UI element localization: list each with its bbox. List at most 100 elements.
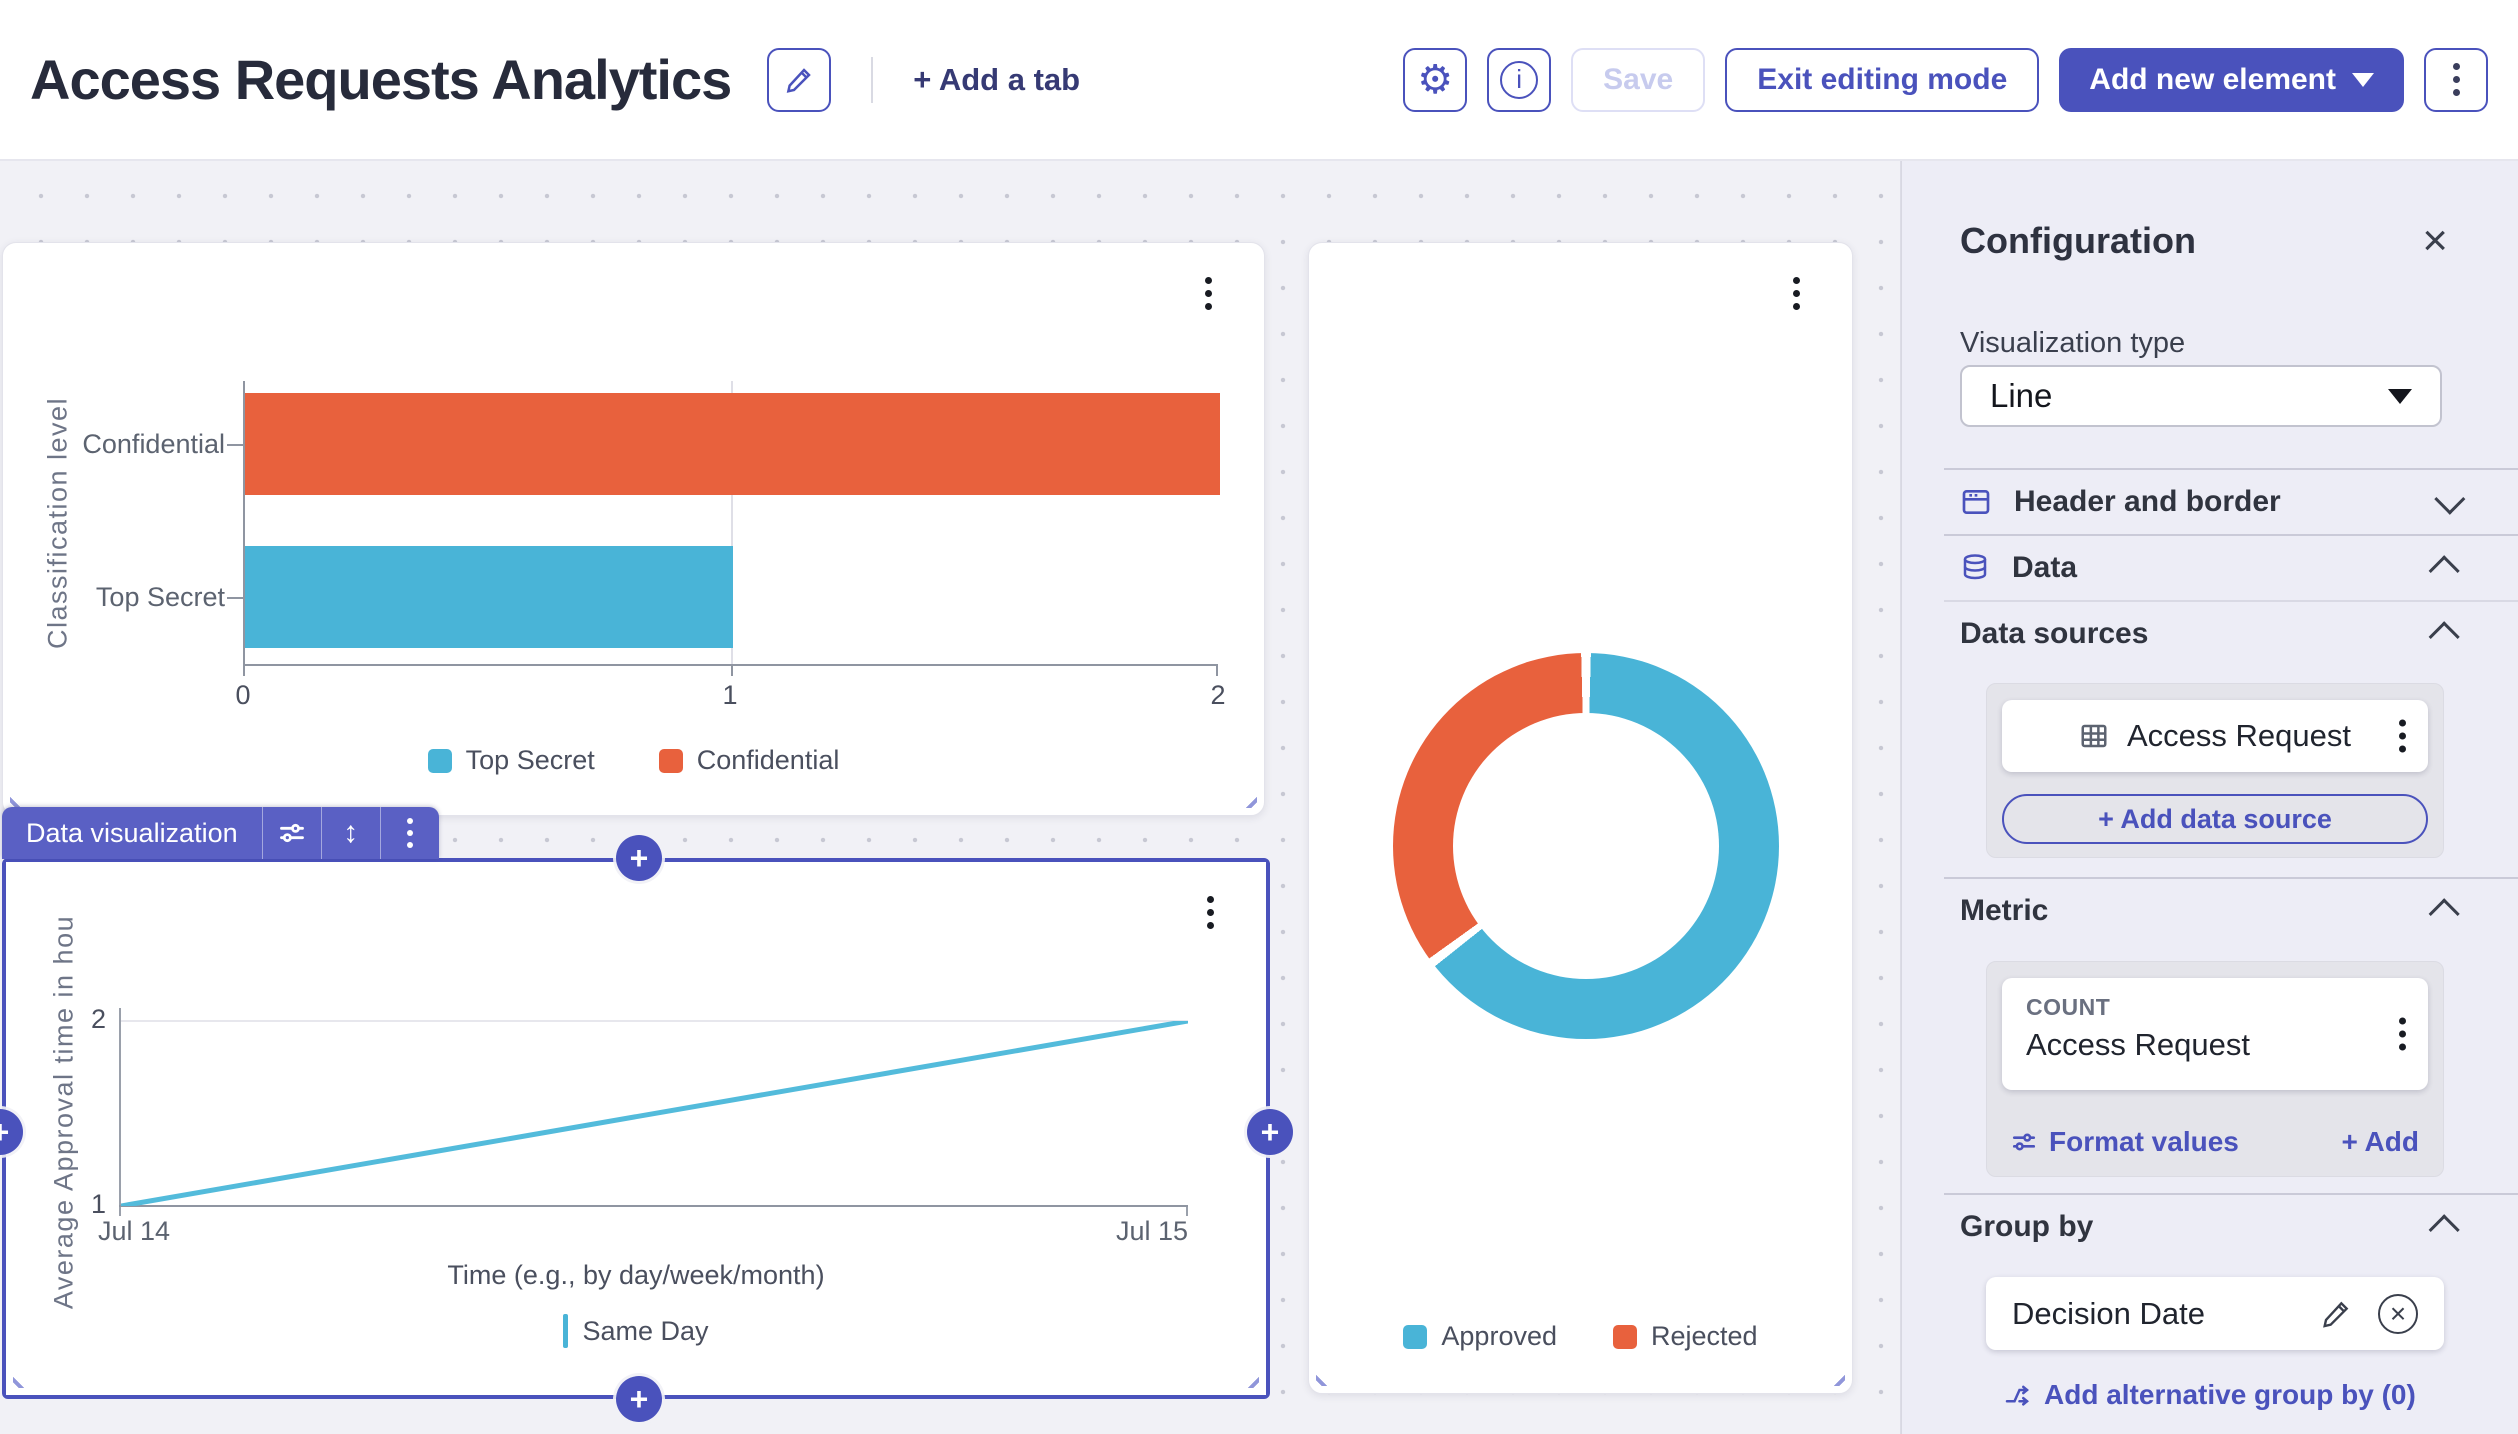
- data-source-card[interactable]: Access Request: [2002, 700, 2428, 772]
- metric-footer: Format values + Add: [2011, 1126, 2419, 1158]
- data-source-menu-button[interactable]: [2399, 720, 2406, 753]
- dashboard-canvas: Classification level Confidential Top Se…: [0, 161, 1901, 1434]
- gear-icon: ⚙: [1417, 60, 1453, 100]
- metric-menu-button[interactable]: [2399, 1018, 2406, 1051]
- section-data[interactable]: Data: [1960, 535, 2458, 601]
- metric-field: Access Request: [2026, 1027, 2404, 1063]
- resize-handle-bottom-right[interactable]: [1233, 784, 1257, 808]
- header-actions: ⚙ i Save Exit editing mode Add new eleme…: [1403, 48, 2488, 112]
- bar-panel-menu-button[interactable]: [1205, 277, 1212, 310]
- dashboard-editor: Access Requests Analytics + Add a tab ⚙ …: [0, 0, 2518, 1434]
- move-vertical-icon: ↕: [343, 816, 358, 850]
- bar-chart-panel[interactable]: Classification level Confidential Top Se…: [2, 242, 1265, 816]
- metric-container: COUNT Access Request Format values + Add: [1986, 961, 2444, 1177]
- legend-item-top-secret: Top Secret: [428, 745, 595, 776]
- bar-top-secret: [245, 546, 733, 648]
- legend-item-confidential: Confidential: [659, 745, 840, 776]
- sliders-icon: [2011, 1129, 2037, 1155]
- resize-handle-bottom-right[interactable]: [1235, 1364, 1259, 1388]
- bar-x-tickmark-2: [1216, 666, 1218, 676]
- chevron-up-icon: [2429, 1214, 2460, 1245]
- format-values-link[interactable]: Format values: [2011, 1126, 2239, 1158]
- subsection-label: Data sources: [1960, 617, 2148, 651]
- add-new-element-button[interactable]: Add new element: [2059, 48, 2404, 112]
- chevron-up-icon: [2429, 621, 2460, 652]
- dashboard-settings-button[interactable]: ⚙: [1403, 48, 1467, 112]
- add-alternative-label: Add alternative group by (0): [2044, 1379, 2416, 1411]
- legend-swatch: [1403, 1325, 1427, 1349]
- legend-label: Approved: [1441, 1321, 1557, 1352]
- line-x-tick-label: Jul 14: [98, 1216, 170, 1247]
- add-new-element-label: Add new element: [2089, 63, 2336, 97]
- bar-chart-plot: [243, 381, 1218, 664]
- line-x-tick-label: Jul 15: [1116, 1216, 1188, 1247]
- bar-legend: Top Secret Confidential: [3, 745, 1264, 776]
- plus-icon: +: [0, 1114, 9, 1151]
- subsection-group-by[interactable]: Group by: [1960, 1199, 2458, 1255]
- info-icon: i: [1500, 61, 1538, 99]
- add-tab-button[interactable]: + Add a tab: [913, 62, 1080, 98]
- plus-icon: +: [630, 1381, 649, 1418]
- add-element-right-button[interactable]: +: [1247, 1109, 1293, 1155]
- legend-swatch: [1613, 1325, 1637, 1349]
- configuration-header: Configuration ×: [1960, 219, 2448, 263]
- exit-editing-mode-button[interactable]: Exit editing mode: [1725, 48, 2039, 112]
- bar-x-tick-label: 2: [1188, 680, 1248, 711]
- resize-handle-bottom-left[interactable]: [1316, 1362, 1340, 1386]
- bar-category-label: Confidential: [3, 429, 225, 460]
- pencil-icon[interactable]: [2320, 1298, 2352, 1330]
- remove-group-by-button[interactable]: ×: [2378, 1294, 2418, 1334]
- chevron-up-icon: [2429, 898, 2460, 929]
- legend-swatch: [428, 749, 452, 773]
- configuration-panel: Configuration × Visualization type Line …: [1901, 161, 2518, 1434]
- dashboard-info-button[interactable]: i: [1487, 48, 1551, 112]
- caret-down-icon: [2388, 389, 2412, 404]
- section-divider: [1944, 877, 2518, 879]
- save-button[interactable]: Save: [1571, 48, 1705, 112]
- add-alternative-group-by-link[interactable]: Add alternative group by (0): [2002, 1379, 2416, 1411]
- bar-x-tick-label: 0: [213, 680, 273, 711]
- line-chart-panel-selected[interactable]: Average Approval time in hou 2 1 Jul 14 …: [2, 858, 1270, 1399]
- app-header: Access Requests Analytics + Add a tab ⚙ …: [0, 0, 2518, 161]
- metric-card[interactable]: COUNT Access Request: [2002, 978, 2428, 1090]
- subsection-data-sources[interactable]: Data sources: [1960, 606, 2458, 662]
- subsection-metric[interactable]: Metric: [1960, 883, 2458, 939]
- header-more-options-button[interactable]: [2424, 48, 2488, 112]
- donut-legend: Approved Rejected: [1309, 1321, 1852, 1352]
- donut-chart-panel[interactable]: Approved Rejected: [1308, 242, 1853, 1394]
- bar-x-tick-label: 1: [700, 680, 760, 711]
- donut-panel-menu-button[interactable]: [1793, 277, 1800, 310]
- add-data-source-button[interactable]: + Add data source: [2002, 794, 2428, 844]
- line-x-tickmark: [1186, 1207, 1188, 1216]
- close-icon[interactable]: ×: [2422, 219, 2448, 263]
- data-source-name: Access Request: [2127, 718, 2351, 754]
- resize-handle-bottom-right[interactable]: [1821, 1362, 1845, 1386]
- section-header-and-border[interactable]: Header and border: [1960, 469, 2458, 535]
- element-more-options-button[interactable]: [381, 807, 439, 859]
- format-values-label: Format values: [2049, 1126, 2239, 1158]
- line-panel-menu-button[interactable]: [1207, 896, 1214, 929]
- chevron-down-icon: [2434, 484, 2465, 515]
- legend-swatch: [659, 749, 683, 773]
- group-by-value: Decision Date: [2012, 1296, 2205, 1332]
- resize-handle-bottom-left[interactable]: [10, 784, 34, 808]
- legend-line-marker: [563, 1314, 568, 1348]
- line-x-axis-title: Time (e.g., by day/week/month): [6, 1260, 1266, 1291]
- alternative-branch-icon: [2002, 1380, 2032, 1410]
- group-by-card[interactable]: Decision Date ×: [1986, 1277, 2444, 1350]
- add-element-above-button[interactable]: +: [616, 835, 662, 881]
- add-element-below-button[interactable]: +: [616, 1376, 662, 1422]
- resize-handle-bottom-left[interactable]: [13, 1364, 37, 1388]
- element-settings-button[interactable]: [263, 807, 321, 859]
- element-move-button[interactable]: ↕: [322, 807, 380, 859]
- add-metric-link[interactable]: + Add: [2341, 1126, 2419, 1158]
- pencil-icon: [784, 65, 814, 95]
- x-icon: ×: [2390, 1298, 2406, 1330]
- visualization-type-select[interactable]: Line: [1960, 365, 2442, 427]
- line-legend: Same Day: [6, 1314, 1266, 1348]
- edit-title-button[interactable]: [767, 48, 831, 112]
- legend-item-approved: Approved: [1403, 1321, 1557, 1352]
- configuration-title: Configuration: [1960, 220, 2196, 262]
- line-chart-body: Average Approval time in hou 2 1 Jul 14 …: [6, 862, 1266, 1395]
- data-sources-container: Access Request + Add data source: [1986, 683, 2444, 858]
